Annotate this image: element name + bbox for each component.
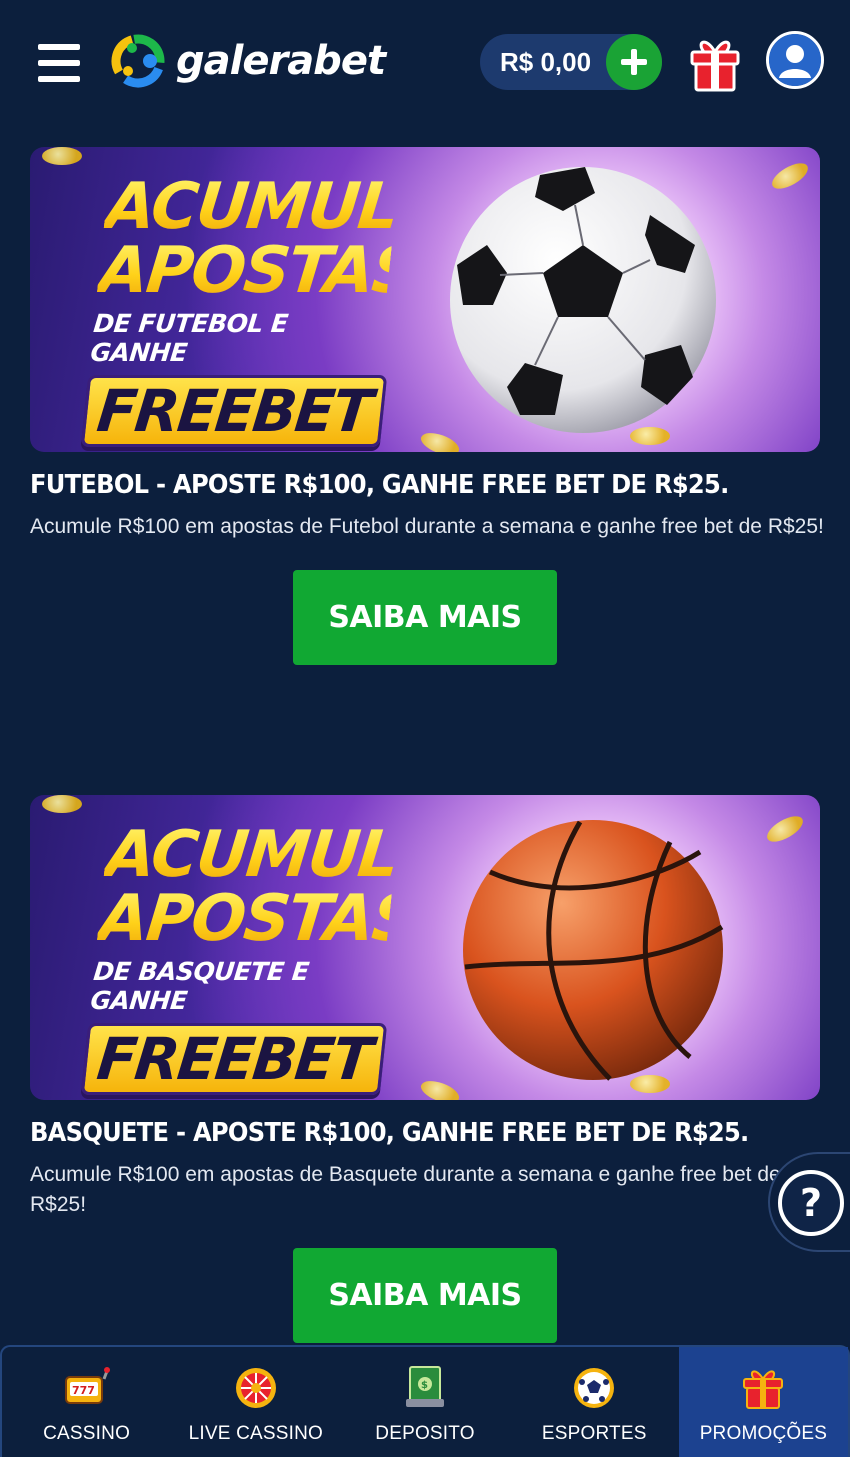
banner-freebet-badge: FREEBET: [80, 375, 388, 447]
saiba-mais-button[interactable]: SAIBA MAIS: [293, 570, 557, 665]
banner-headline: ACUMULE APOSTAS DE BASQUETE E GANHE FREE…: [80, 818, 443, 1095]
banner-headline: ACUMULE APOSTAS DE FUTEBOL E GANHE FREEB…: [80, 170, 443, 447]
user-account-button[interactable]: [766, 31, 824, 89]
coin-decoration: [42, 147, 82, 165]
plus-icon: [621, 49, 647, 75]
promo-title: FUTEBOL - APOSTE R$100, GANHE FREE BET D…: [30, 470, 729, 500]
coin-decoration: [768, 158, 812, 194]
soccer-ball-icon: [450, 167, 716, 433]
svg-text:777: 777: [72, 1384, 95, 1397]
nav-label: ESPORTES: [541, 1423, 647, 1444]
roulette-icon: [235, 1368, 276, 1408]
banner-line2: APOSTAS: [95, 234, 421, 308]
promo-description: Acumule R$100 em apostas de Futebol dura…: [30, 515, 824, 538]
nav-item-live-cassino[interactable]: LIVE CASSINO: [171, 1347, 340, 1457]
banner-line1: ACUMULE: [102, 818, 443, 892]
svg-text:$: $: [421, 1380, 428, 1391]
galerabet-logo-mark-icon: [111, 34, 165, 88]
gift-icon[interactable]: [688, 32, 742, 92]
bottom-navigation: 777 CASSINO LIVE CASSINO $ DEPOSITO ESPO…: [0, 1345, 850, 1457]
promo-title: BASQUETE - APOSTE R$100, GANHE FREE BET …: [30, 1118, 749, 1148]
logo-text: galerabet: [176, 38, 386, 84]
balance-pill[interactable]: R$ 0,00: [480, 34, 662, 90]
soccer-ball-icon: [574, 1368, 615, 1408]
balance-amount: R$ 0,00: [500, 46, 592, 77]
user-icon: [769, 34, 821, 86]
banner-line1: ACUMULE: [102, 170, 443, 244]
promo-banner[interactable]: ACUMULE APOSTAS DE FUTEBOL E GANHE FREEB…: [30, 147, 820, 452]
promo-banner[interactable]: ACUMULE APOSTAS DE BASQUETE E GANHE FREE…: [30, 795, 820, 1100]
saiba-mais-button[interactable]: SAIBA MAIS: [293, 1248, 557, 1343]
nav-label: DEPOSITO: [375, 1423, 475, 1444]
cash-icon: $: [406, 1366, 444, 1407]
nav-item-promocoes[interactable]: PROMOÇÕES: [678, 1347, 849, 1457]
promo-description: Acumule R$100 em apostas de Basquete dur…: [30, 1163, 781, 1216]
slot-machine-icon: 777: [64, 1367, 110, 1404]
add-funds-button[interactable]: [606, 34, 662, 90]
banner-subtitle: DE FUTEBOL E GANHE: [89, 309, 290, 367]
coin-decoration: [418, 1076, 462, 1100]
nav-item-cassino[interactable]: 777 CASSINO: [2, 1347, 171, 1457]
nav-item-deposito[interactable]: $ DEPOSITO: [340, 1347, 509, 1457]
banner-line2: APOSTAS: [95, 882, 421, 956]
help-question-icon: ?: [778, 1170, 844, 1236]
coin-decoration: [42, 795, 82, 813]
gift-icon: [743, 1370, 784, 1409]
top-header: galerabet R$ 0,00: [0, 0, 850, 125]
menu-hamburger-icon[interactable]: [38, 44, 80, 82]
nav-label: LIVE CASSINO: [188, 1423, 323, 1444]
nav-item-esportes[interactable]: ESPORTES: [510, 1347, 679, 1457]
coin-decoration: [763, 811, 807, 847]
promo-card-basquete: ACUMULE APOSTAS DE BASQUETE E GANHE FREE…: [30, 795, 820, 1343]
nav-label: PROMOÇÕES: [699, 1423, 828, 1444]
promo-card-futebol: ACUMULE APOSTAS DE FUTEBOL E GANHE FREEB…: [30, 147, 824, 665]
galerabet-logo[interactable]: galerabet: [110, 30, 386, 92]
banner-freebet-badge: FREEBET: [80, 1023, 388, 1095]
basketball-icon: [463, 820, 724, 1081]
nav-label: CASSINO: [43, 1423, 131, 1444]
banner-subtitle: DE BASQUETE E GANHE: [89, 957, 311, 1015]
